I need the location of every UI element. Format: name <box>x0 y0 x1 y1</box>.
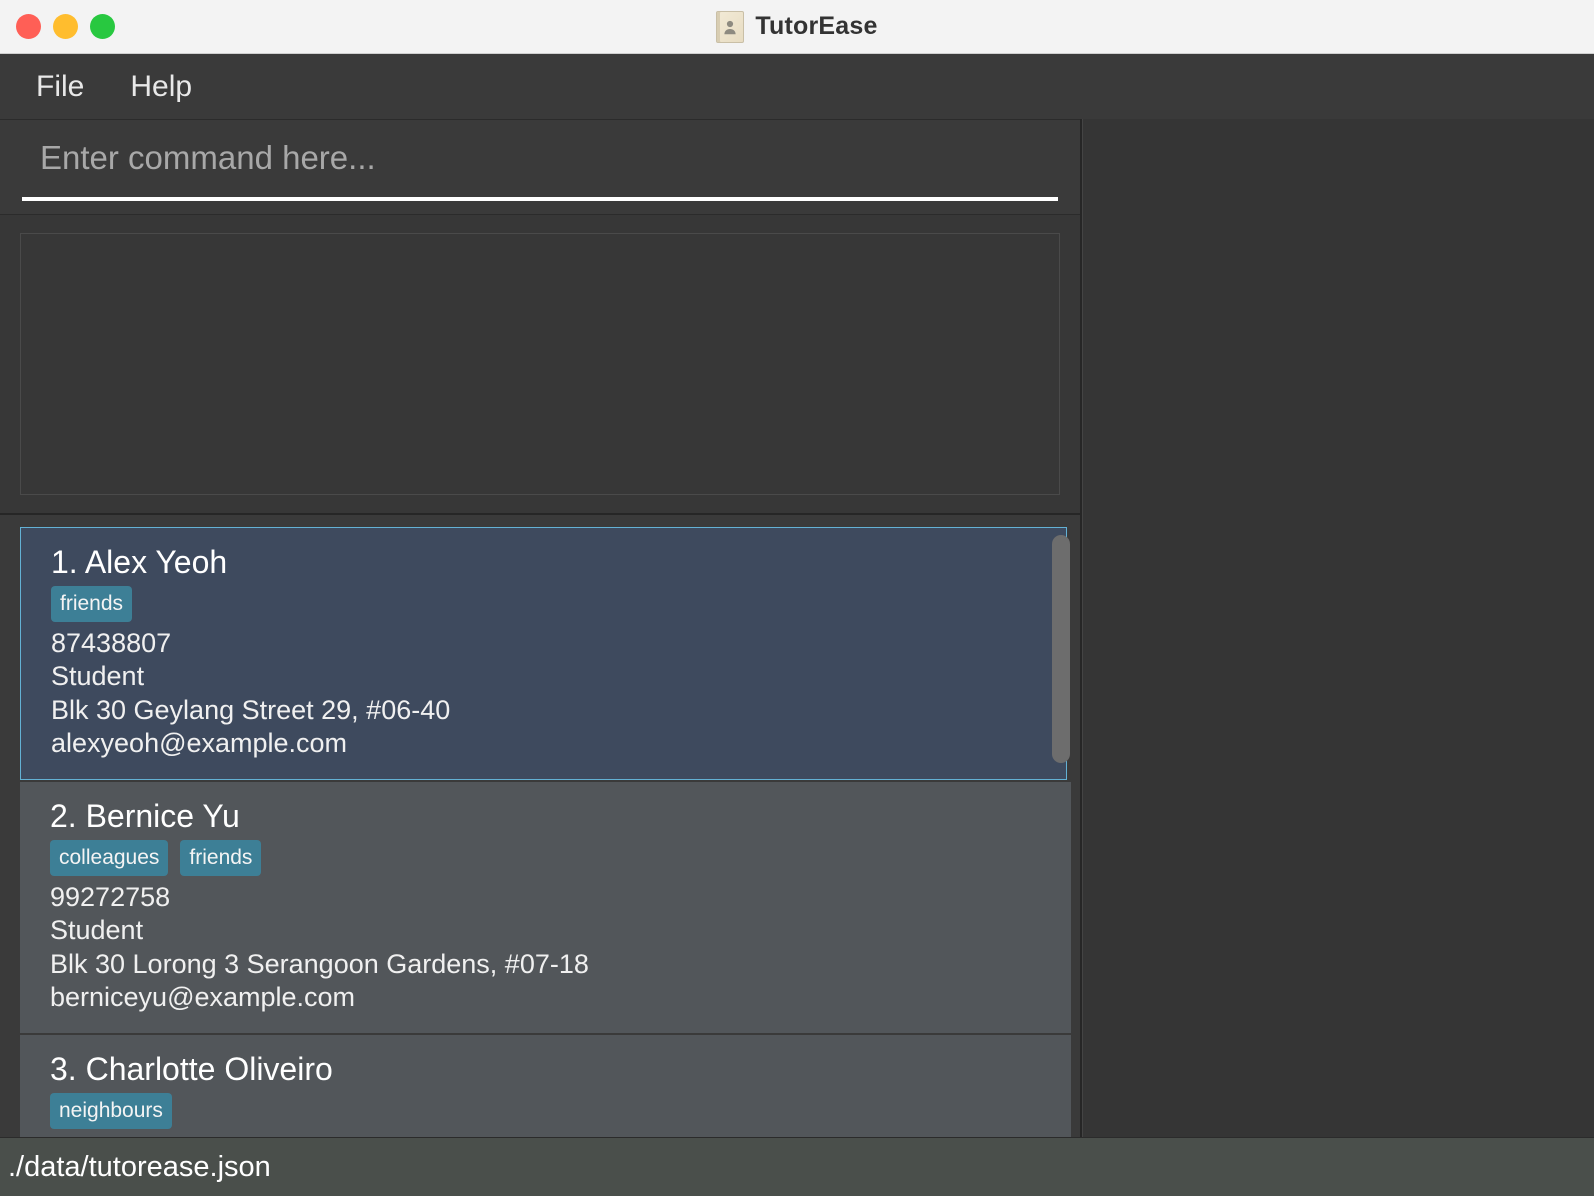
tag-row: friends <box>51 585 1046 622</box>
command-input[interactable] <box>0 139 1080 195</box>
status-badge: colleagues <box>50 839 169 876</box>
window-title: TutorEase <box>755 12 878 40</box>
person-phone: 99272758 <box>50 881 171 912</box>
result-display <box>20 233 1060 495</box>
menu-item-help[interactable]: Help <box>124 68 198 106</box>
titlebar: TutorEase <box>0 0 1594 54</box>
person-address: Blk 30 Geylang Street 29, #06-40 <box>51 694 451 725</box>
person-email: alexyeoh@example.com <box>51 728 348 759</box>
left-pane: 1. Alex Yeoh friends 87438807 Student Bl… <box>0 119 1082 1137</box>
person-address: Blk 30 Lorong 3 Serangoon Gardens, #07-1… <box>50 948 589 979</box>
main-body: 1. Alex Yeoh friends 87438807 Student Bl… <box>0 119 1594 1137</box>
person-email: berniceyu@example.com <box>50 982 356 1013</box>
person-list[interactable]: 1. Alex Yeoh friends 87438807 Student Bl… <box>20 527 1080 1137</box>
person-name: 3. Charlotte Oliveiro <box>50 1050 333 1087</box>
status-badge: friends <box>51 585 133 622</box>
person-role: Student <box>50 915 144 946</box>
scrollbar-thumb[interactable] <box>1052 535 1070 763</box>
menu-item-file[interactable]: File <box>30 68 90 106</box>
close-window-button[interactable] <box>16 14 41 39</box>
result-display-wrap <box>0 215 1080 515</box>
menubar: File Help <box>0 54 1594 119</box>
list-item[interactable]: 1. Alex Yeoh friends 87438807 Student Bl… <box>20 527 1067 780</box>
person-phone: 87438807 <box>51 627 172 658</box>
statusbar: ./data/tutorease.json <box>0 1137 1594 1196</box>
list-item[interactable]: 2. Bernice Yu colleagues friends 9927275… <box>20 781 1071 1033</box>
person-name: 1. Alex Yeoh <box>51 544 228 580</box>
save-location-label: ./data/tutorease.json <box>8 1150 271 1183</box>
list-item[interactable]: 3. Charlotte Oliveiro neighbours 9321028… <box>20 1034 1071 1137</box>
command-box <box>0 119 1080 215</box>
status-badge: friends <box>180 839 262 876</box>
person-list-panel: 1. Alex Yeoh friends 87438807 Student Bl… <box>0 515 1080 1137</box>
traffic-lights <box>0 14 115 39</box>
person-phone: 93210283 <box>50 1134 1051 1137</box>
right-pane <box>1082 119 1594 1137</box>
address-book-icon <box>716 10 745 43</box>
person-name: 2. Bernice Yu <box>50 797 240 834</box>
app-window: TutorEase File Help 1. Alex Yeo <box>0 0 1594 1196</box>
status-badge: neighbours <box>50 1092 172 1129</box>
person-role: Student <box>51 661 145 692</box>
tag-row: colleagues friends <box>50 839 1051 876</box>
person-list-scrollbar[interactable] <box>1052 527 1070 1133</box>
maximize-window-button[interactable] <box>90 14 115 39</box>
minimize-window-button[interactable] <box>53 14 78 39</box>
tag-row: neighbours <box>50 1092 1051 1129</box>
command-input-underline <box>22 197 1058 201</box>
titlebar-center: TutorEase <box>0 0 1594 53</box>
